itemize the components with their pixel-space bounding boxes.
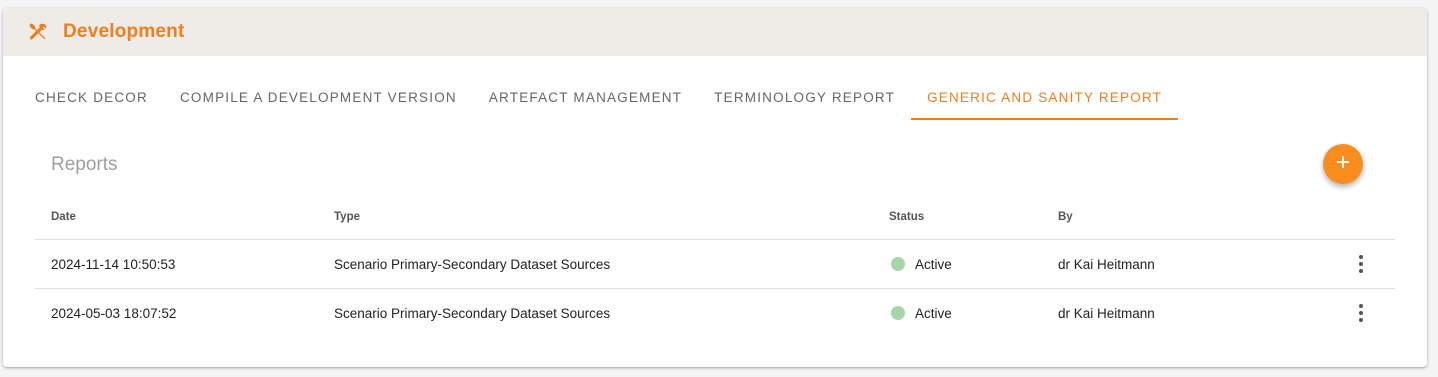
row-type: Scenario Primary-Secondary Dataset Sourc… (334, 256, 611, 272)
row-author: dr Kai Heitmann (1058, 305, 1155, 321)
more-vert-icon[interactable] (1351, 252, 1371, 276)
more-vert-icon[interactable] (1351, 301, 1371, 325)
status-dot-icon (891, 306, 905, 320)
tab-terminology-report[interactable]: TERMINOLOGY REPORT (698, 74, 911, 120)
column-header-type[interactable]: Type (334, 211, 360, 223)
row-date: 2024-05-03 18:07:52 (51, 305, 177, 321)
plus-icon (1336, 155, 1350, 174)
tab-bar: CHECK DECOR COMPILE A DEVELOPMENT VERSIO… (19, 74, 1179, 120)
tools-icon (27, 21, 49, 43)
table-header: Date Type Status By (35, 194, 1395, 240)
row-author: dr Kai Heitmann (1058, 256, 1155, 272)
row-status: Active (889, 306, 952, 321)
tab-check-decor[interactable]: CHECK DECOR (19, 74, 164, 120)
row-date: 2024-11-14 10:50:53 (51, 256, 176, 272)
tab-artefact-management[interactable]: ARTEFACT MANAGEMENT (473, 74, 698, 120)
status-label: Active (915, 256, 952, 272)
row-status: Active (889, 257, 952, 272)
status-dot-icon (891, 257, 905, 271)
add-report-button[interactable] (1323, 144, 1363, 184)
tab-generic-and-sanity-report[interactable]: GENERIC AND SANITY REPORT (911, 74, 1179, 120)
column-header-status[interactable]: Status (889, 211, 924, 223)
page-title: Development (63, 21, 185, 42)
column-header-by[interactable]: By (1058, 211, 1073, 223)
card-header: Development (3, 8, 1427, 56)
row-type: Scenario Primary-Secondary Dataset Sourc… (334, 305, 611, 321)
column-header-date[interactable]: Date (51, 211, 76, 223)
table-row[interactable]: 2024-05-03 18:07:52 Scenario Primary-Sec… (35, 289, 1395, 337)
tab-compile-development-version[interactable]: COMPILE A DEVELOPMENT VERSION (164, 74, 473, 120)
development-card: Development CHECK DECOR COMPILE A DEVELO… (3, 8, 1427, 367)
reports-title: Reports (51, 154, 118, 175)
status-label: Active (915, 305, 952, 321)
reports-table: Date Type Status By 2024-11-14 10:50:53 … (35, 194, 1395, 337)
table-row[interactable]: 2024-11-14 10:50:53 Scenario Primary-Sec… (35, 240, 1395, 289)
